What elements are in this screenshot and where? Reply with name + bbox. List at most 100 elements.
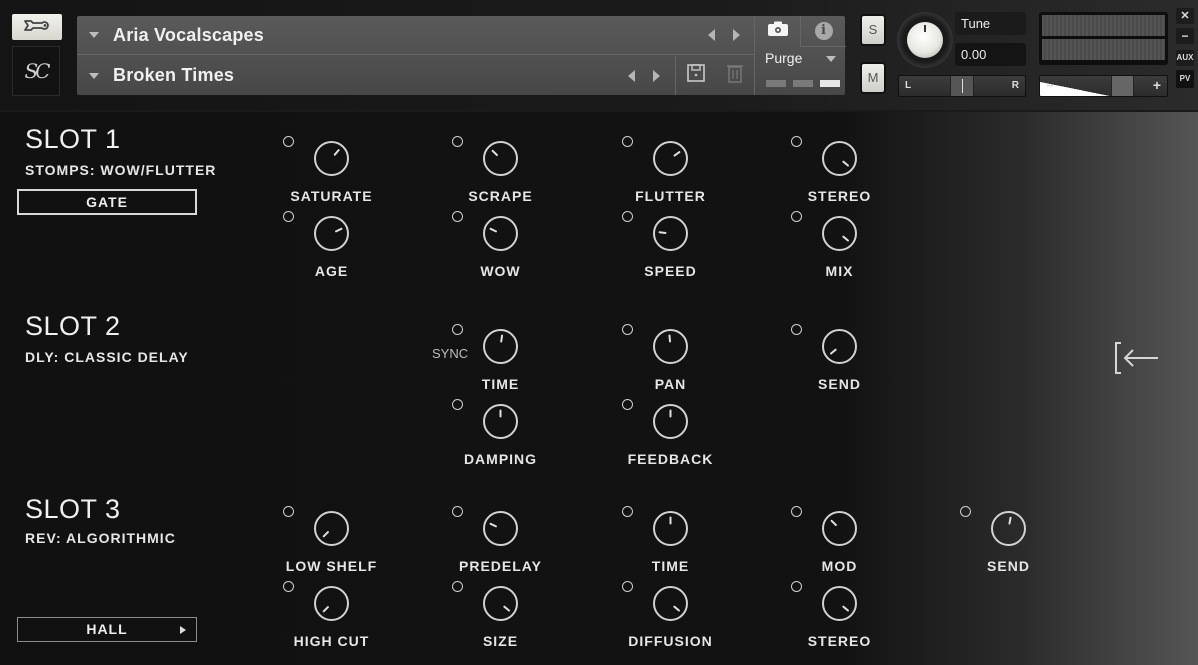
age-knob[interactable]: [313, 215, 350, 252]
send-knob[interactable]: [821, 328, 858, 365]
modulation-led[interactable]: [791, 581, 802, 592]
wow-knob[interactable]: [482, 215, 519, 252]
slot-2-title: SLOT 2: [25, 311, 121, 341]
close-button[interactable]: ✕: [1176, 8, 1194, 24]
knob-indicator: [322, 606, 329, 613]
snapshot-dropdown-icon[interactable]: [89, 72, 99, 79]
feedback-knob[interactable]: [652, 403, 689, 440]
time-knob[interactable]: [482, 328, 519, 365]
pv-button[interactable]: PV: [1176, 70, 1194, 88]
stereo-knob[interactable]: [821, 585, 858, 622]
slot-1-mix-control: MIX: [791, 211, 911, 281]
meter-right-channel: [1042, 39, 1165, 60]
info-button[interactable]: i: [800, 16, 846, 47]
modulation-led[interactable]: [452, 211, 463, 222]
slot-3-low-shelf-control: LOW SHELF: [283, 506, 403, 576]
instrument-name[interactable]: Aria Vocalscapes: [113, 25, 708, 46]
modulation-led[interactable]: [791, 506, 802, 517]
low-shelf-knob[interactable]: [313, 510, 350, 547]
modulation-led[interactable]: [283, 211, 294, 222]
collapse-arrow-icon[interactable]: [1113, 340, 1161, 376]
mod-knob[interactable]: [821, 510, 858, 547]
modulation-led[interactable]: [452, 136, 463, 147]
tune-knob-indicator: [924, 25, 926, 32]
memory-indicator: [793, 80, 813, 87]
predelay-knob[interactable]: [482, 510, 519, 547]
tune-knob[interactable]: [897, 12, 953, 68]
purge-dropdown-icon[interactable]: [826, 56, 836, 62]
knob-label: PREDELAY: [459, 558, 542, 574]
modulation-led[interactable]: [622, 136, 633, 147]
trash-icon[interactable]: [726, 63, 744, 88]
pan-slider[interactable]: L R: [898, 75, 1026, 97]
modulation-led[interactable]: [791, 211, 802, 222]
saturate-knob[interactable]: [313, 140, 350, 177]
instrument-dropdown-icon[interactable]: [89, 32, 99, 38]
snapshot-actions: [675, 56, 754, 95]
pan-slider-handle[interactable]: [950, 76, 974, 96]
next-instrument-arrow-icon[interactable]: [733, 29, 740, 41]
modulation-led[interactable]: [283, 136, 294, 147]
reverb-type-menu[interactable]: HALL: [17, 617, 197, 642]
modulation-led[interactable]: [622, 211, 633, 222]
save-icon[interactable]: [686, 63, 706, 88]
tools-button[interactable]: [12, 14, 62, 40]
volume-slider-handle[interactable]: [1111, 76, 1134, 96]
modulation-led[interactable]: [791, 136, 802, 147]
aux-button[interactable]: AUX: [1176, 50, 1194, 66]
knob-label: SATURATE: [290, 188, 373, 204]
send-knob[interactable]: [990, 510, 1027, 547]
mute-button[interactable]: M: [862, 64, 884, 92]
scrape-knob[interactable]: [482, 140, 519, 177]
volume-slider[interactable]: − +: [1039, 75, 1168, 97]
effects-panel: SLOT 1 STOMPS: WOW/FLUTTER GATE SLOT 2 D…: [0, 112, 1198, 665]
volume-plus-label: +: [1152, 77, 1161, 93]
mix-knob[interactable]: [821, 215, 858, 252]
modulation-led[interactable]: [283, 506, 294, 517]
library-logo[interactable]: SC: [12, 46, 60, 96]
stereo-knob[interactable]: [821, 140, 858, 177]
pan-knob[interactable]: [652, 328, 689, 365]
snapshot-camera-button[interactable]: [755, 16, 800, 47]
slot-1-flutter-control: FLUTTER: [622, 136, 742, 206]
gate-button[interactable]: GATE: [17, 189, 197, 215]
modulation-led[interactable]: [283, 581, 294, 592]
slot-3-time-control: TIME: [622, 506, 742, 576]
knob-label: STEREO: [807, 633, 872, 649]
tune-value[interactable]: 0.00: [955, 43, 1026, 66]
size-knob[interactable]: [482, 585, 519, 622]
snapshot-name[interactable]: Broken Times: [113, 65, 628, 86]
next-snapshot-arrow-icon[interactable]: [653, 69, 660, 82]
modulation-led[interactable]: [452, 399, 463, 410]
modulation-led[interactable]: [622, 506, 633, 517]
time-knob[interactable]: [652, 510, 689, 547]
purge-menu[interactable]: Purge: [765, 50, 802, 66]
logo-text: SC: [24, 59, 50, 83]
modulation-led[interactable]: [622, 324, 633, 335]
damping-knob[interactable]: [482, 403, 519, 440]
high-cut-knob[interactable]: [313, 585, 350, 622]
solo-button[interactable]: S: [862, 16, 884, 44]
prev-snapshot-arrow-icon[interactable]: [628, 69, 635, 82]
flutter-knob[interactable]: [652, 140, 689, 177]
camera-icon: [767, 21, 789, 42]
prev-instrument-arrow-icon[interactable]: [708, 29, 715, 41]
modulation-led[interactable]: [452, 581, 463, 592]
modulation-led[interactable]: [622, 581, 633, 592]
slot-2-feedback-control: FEEDBACK: [622, 399, 742, 469]
knob-indicator: [842, 160, 849, 167]
modulation-led[interactable]: [960, 506, 971, 517]
slot-1-effect-name: STOMPS: WOW/FLUTTER: [25, 162, 217, 178]
slot-3-high-cut-control: HIGH CUT: [283, 581, 403, 651]
knob-label: FLUTTER: [635, 188, 706, 204]
speed-knob[interactable]: [652, 215, 689, 252]
modulation-led[interactable]: [452, 324, 463, 335]
minimize-button[interactable]: −: [1176, 28, 1194, 44]
knob-label: SEND: [987, 558, 1030, 574]
modulation-led[interactable]: [622, 399, 633, 410]
modulation-led[interactable]: [791, 324, 802, 335]
modulation-led[interactable]: [452, 506, 463, 517]
diffusion-knob[interactable]: [652, 585, 689, 622]
menu-arrow-icon: [180, 626, 186, 634]
slot-2-pan-control: PAN: [622, 324, 742, 394]
